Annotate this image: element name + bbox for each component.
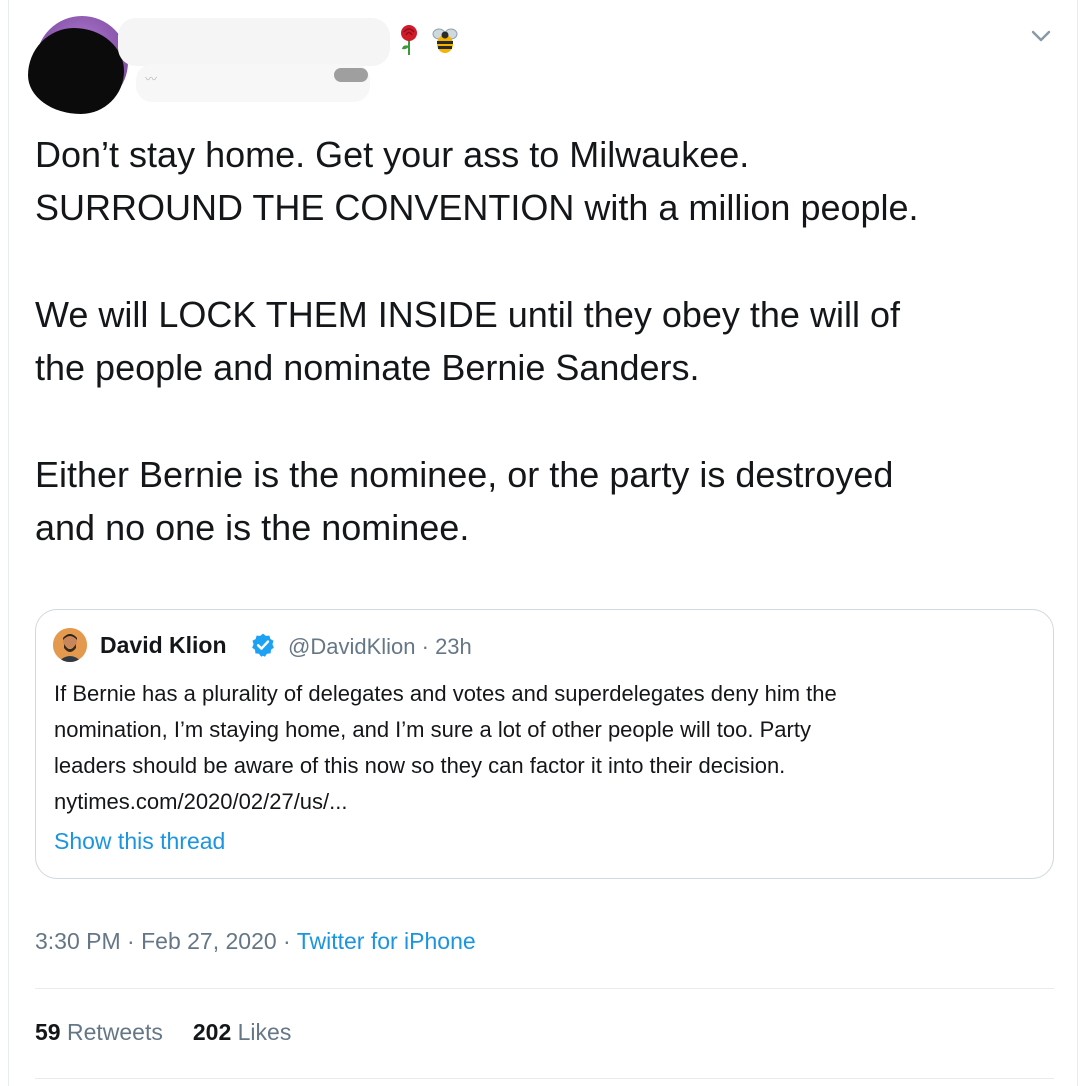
quoted-text-line: If Bernie has a plurality of delegates a…	[54, 681, 837, 706]
quoted-handle[interactable]: @DavidKlion	[288, 634, 416, 659]
author-name-redacted[interactable]	[118, 18, 390, 66]
tweet-line: SURROUND THE CONVENTION with a million p…	[35, 187, 919, 228]
meta-separator: ·	[276, 928, 297, 954]
retweets-stat[interactable]: 59 Retweets	[35, 1019, 163, 1045]
person-avatar-icon	[53, 628, 87, 662]
tweet-paragraph: Either Bernie is the nominee, or the par…	[35, 448, 1035, 554]
quoted-author-name[interactable]: David Klion	[100, 632, 227, 659]
handle-redaction-mark	[334, 68, 368, 82]
retweets-count: 59	[35, 1019, 61, 1045]
meta-separator: ·	[415, 634, 436, 659]
quoted-url[interactable]: nytimes.com/2020/02/27/us/...	[54, 789, 348, 814]
chevron-down-icon[interactable]	[1030, 28, 1052, 44]
tweet-source-link[interactable]: Twitter for iPhone	[297, 928, 476, 954]
tweet-text: Don’t stay home. Get your ass to Milwauk…	[35, 128, 1035, 554]
tweet-paragraph: Don’t stay home. Get your ass to Milwauk…	[35, 128, 1035, 234]
tweet-line: the people and nominate Bernie Sanders.	[35, 347, 700, 388]
tweet-paragraph: We will LOCK THEM INSIDE until they obey…	[35, 288, 1035, 394]
divider	[35, 988, 1054, 989]
retweets-label: Retweets	[66, 1019, 163, 1045]
tweet-date[interactable]: Feb 27, 2020	[141, 928, 277, 954]
quoted-tweet[interactable]: David Klion @DavidKlion · 23h If Bernie …	[35, 609, 1054, 879]
tweet-line: We will LOCK THEM INSIDE until they obey…	[35, 294, 900, 335]
show-thread-link[interactable]: Show this thread	[54, 828, 225, 855]
likes-count: 202	[192, 1019, 232, 1045]
quoted-time[interactable]: 23h	[435, 634, 472, 659]
quoted-text-line: nomination, I’m staying home, and I’m su…	[54, 717, 811, 742]
tweet-stats: 59 Retweets 202 Likes	[35, 1019, 291, 1046]
quoted-author-avatar[interactable]	[53, 628, 87, 662]
divider	[35, 1078, 1054, 1079]
likes-label: Likes	[237, 1019, 292, 1045]
avatar-redaction	[28, 28, 124, 114]
quoted-text-line: leaders should be aware of this now so t…	[54, 753, 786, 778]
avatar[interactable]	[28, 16, 132, 114]
tweet-line: Either Bernie is the nominee, or the par…	[35, 454, 894, 495]
quoted-meta: @DavidKlion · 23h	[288, 634, 472, 660]
tweet-line: Don’t stay home. Get your ass to Milwauk…	[35, 134, 750, 175]
likes-stat[interactable]: 202 Likes	[193, 1019, 291, 1045]
tweet-time[interactable]: 3:30 PM	[35, 928, 121, 954]
quoted-tweet-text: If Bernie has a plurality of delegates a…	[54, 676, 1044, 820]
rose-icon	[401, 25, 417, 55]
tweet-timestamp: 3:30 PM · Feb 27, 2020 · Twitter for iPh…	[35, 928, 476, 955]
bee-icon	[432, 28, 458, 53]
tweet-line: and no one is the nominee.	[35, 507, 470, 548]
meta-separator: ·	[120, 928, 142, 954]
handle-redaction-mark: 〰	[145, 72, 158, 86]
verified-badge-icon	[252, 633, 274, 657]
